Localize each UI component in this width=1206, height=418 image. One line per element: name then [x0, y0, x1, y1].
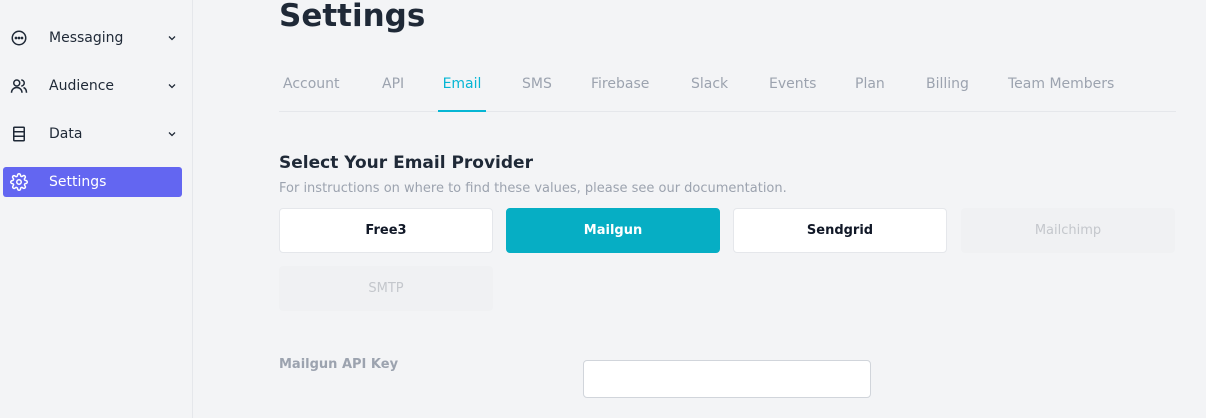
sidebar-item-label: Settings — [49, 174, 107, 190]
tab-plan[interactable]: Plan — [855, 72, 885, 112]
provider-smtp-button: SMTP — [279, 266, 493, 311]
chevron-down-icon — [168, 84, 176, 89]
tab-email[interactable]: Email — [438, 72, 486, 112]
tab-account[interactable]: Account — [283, 72, 340, 112]
sidebar: Messaging Audience Data Settings — [0, 0, 193, 418]
users-icon — [10, 77, 28, 95]
page-title: Settings — [279, 0, 426, 34]
sidebar-item-audience[interactable]: Audience — [3, 71, 182, 101]
settings-tabs: Account API Email SMS Firebase Slack Eve… — [279, 72, 1176, 112]
api-key-label: Mailgun API Key — [279, 357, 399, 372]
sidebar-item-messaging[interactable]: Messaging — [3, 23, 182, 53]
tab-api[interactable]: API — [382, 72, 404, 112]
section-subtitle: For instructions on where to find these … — [279, 181, 787, 196]
chevron-down-icon — [168, 132, 176, 137]
tab-slack[interactable]: Slack — [691, 72, 728, 112]
tab-billing[interactable]: Billing — [926, 72, 969, 112]
tab-firebase[interactable]: Firebase — [591, 72, 649, 112]
provider-sendgrid-button[interactable]: Sendgrid — [733, 208, 947, 253]
provider-mailchimp-button: Mailchimp — [961, 208, 1175, 253]
api-key-input[interactable] — [583, 360, 871, 398]
sidebar-item-label: Data — [49, 126, 83, 142]
chevron-down-icon — [168, 36, 176, 41]
gear-icon — [10, 173, 28, 191]
provider-free3-button[interactable]: Free3 — [279, 208, 493, 253]
main-content: Settings Account API Email SMS Firebase … — [193, 0, 1206, 418]
provider-mailgun-button[interactable]: Mailgun — [506, 208, 720, 253]
database-icon — [10, 125, 28, 143]
chat-bubble-icon — [10, 29, 28, 47]
section-title: Select Your Email Provider — [279, 153, 533, 173]
tab-events[interactable]: Events — [769, 72, 816, 112]
tab-team-members[interactable]: Team Members — [1008, 72, 1114, 112]
sidebar-item-data[interactable]: Data — [3, 119, 182, 149]
sidebar-item-label: Audience — [49, 78, 115, 94]
sidebar-item-settings[interactable]: Settings — [3, 167, 182, 197]
tab-sms[interactable]: SMS — [522, 72, 552, 112]
sidebar-item-label: Messaging — [49, 30, 124, 46]
